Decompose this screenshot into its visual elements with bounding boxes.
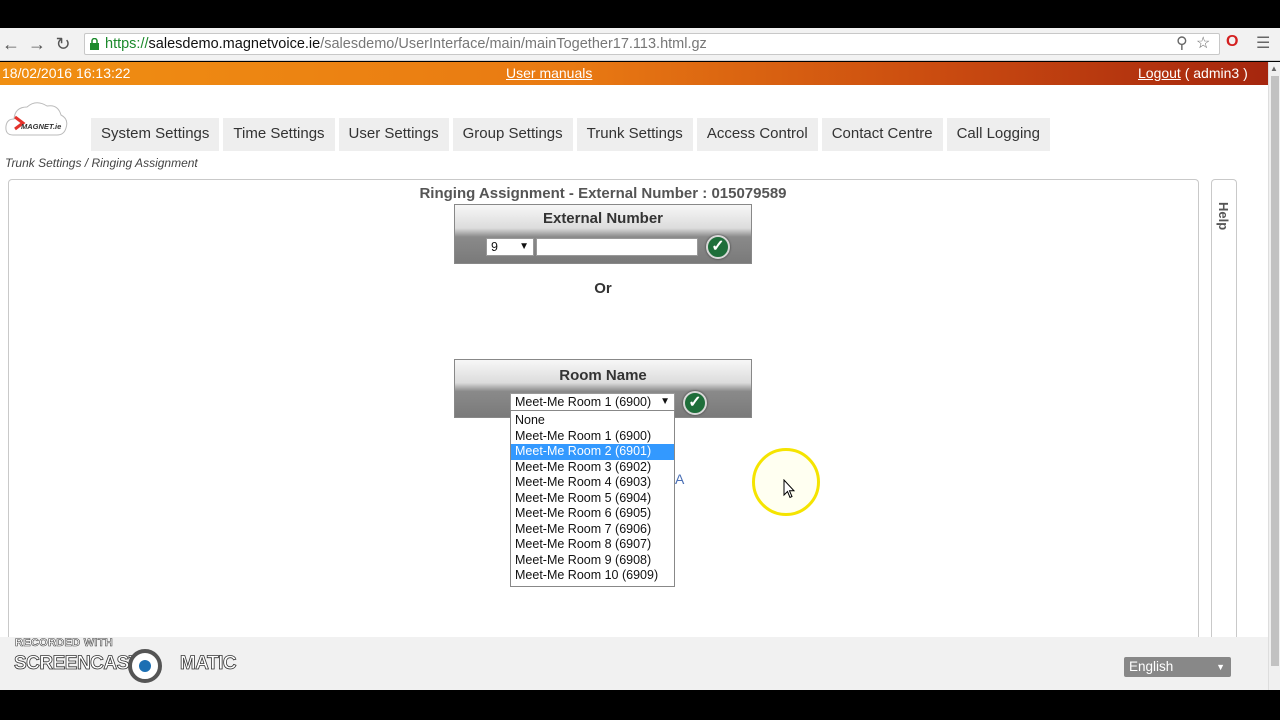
current-user: ( admin3 ) — [1180, 65, 1248, 81]
datetime-display: 18/02/2016 16:13:22 — [2, 65, 131, 81]
select-arrow-icon: ▼ — [660, 396, 670, 407]
room-option[interactable]: None — [511, 413, 674, 429]
or-label: Or — [594, 280, 612, 297]
page-scrollbar[interactable]: ▲ — [1268, 62, 1280, 690]
url-path: /salesdemo/UserInterface/main/mainTogeth… — [320, 36, 707, 52]
top-status-bar: 18/02/2016 16:13:22 User manuals Logout … — [0, 62, 1268, 85]
screen-bottom-edge — [0, 690, 1280, 720]
room-option[interactable]: Meet-Me Room 10 (6909) — [511, 568, 674, 584]
logout-area: Logout ( admin3 ) — [1138, 62, 1248, 85]
main-menu: System Settings Time Settings User Setti… — [91, 118, 1054, 151]
forward-arrow-icon[interactable]: → — [26, 33, 48, 55]
help-tab[interactable]: Help — [1211, 179, 1237, 649]
logout-link[interactable]: Logout — [1138, 65, 1181, 81]
room-option[interactable]: Meet-Me Room 5 (6904) — [511, 491, 674, 507]
room-option-highlighted[interactable]: Meet-Me Room 2 (6901) — [511, 444, 674, 460]
watermark-brand-2: MATIC — [179, 653, 238, 675]
external-number-header: External Number — [542, 210, 664, 227]
menu-group-settings[interactable]: Group Settings — [452, 118, 573, 151]
watermark-brand: SCREENCAST MATIC — [14, 653, 238, 675]
menu-time-settings[interactable]: Time Settings — [223, 118, 335, 151]
reload-icon[interactable]: ↻ — [52, 33, 74, 55]
breadcrumb: Trunk Settings / Ringing Assignment — [5, 156, 198, 170]
room-select[interactable]: Meet-Me Room 1 (6900) ▼ — [510, 393, 675, 411]
language-select[interactable]: English ▼ — [1124, 657, 1231, 677]
menu-user-settings[interactable]: User Settings — [338, 118, 449, 151]
user-manuals-link[interactable]: User manuals — [506, 62, 592, 85]
select-arrow-icon: ▼ — [1216, 662, 1225, 672]
confirm-room-check-icon[interactable]: ✓ — [683, 391, 707, 415]
menu-access-control[interactable]: Access Control — [696, 118, 818, 151]
room-option[interactable]: Meet-Me Room 4 (6903) — [511, 475, 674, 491]
room-option[interactable]: Meet-Me Room 6 (6905) — [511, 506, 674, 522]
magnet-logo: MAGNET.ie — [5, 102, 68, 136]
room-option[interactable]: Meet-Me Room 3 (6902) — [511, 460, 674, 476]
external-number-input[interactable] — [536, 238, 698, 256]
room-option[interactable]: Meet-Me Room 8 (6907) — [511, 537, 674, 553]
browser-toolbar: ← → ↻ https://salesdemo.magnetvoice.ie/s… — [0, 28, 1280, 61]
back-arrow-icon[interactable]: ← — [0, 33, 22, 55]
menu-call-logging[interactable]: Call Logging — [946, 118, 1050, 151]
ringing-assignment-title: Ringing Assignment - External Number : 0… — [419, 185, 787, 202]
address-bar[interactable]: https://salesdemo.magnetvoice.ie/salesde… — [84, 33, 1220, 55]
menu-contact-centre[interactable]: Contact Centre — [821, 118, 943, 151]
room-option[interactable]: Meet-Me Room 7 (6906) — [511, 522, 674, 538]
screencast-logo-icon — [128, 649, 162, 683]
page-content: MAGNET.ie System Settings Time Settings … — [0, 85, 1268, 649]
room-select-value: Meet-Me Room 1 (6900) — [515, 395, 652, 409]
language-value: English — [1129, 659, 1174, 674]
confirm-external-check-icon[interactable]: ✓ — [706, 235, 730, 259]
room-option[interactable]: Meet-Me Room 9 (6908) — [511, 553, 674, 569]
prefix-value: 9 — [491, 240, 498, 254]
watermark-recorded-with: RECORDED WITH — [15, 637, 114, 650]
external-number-box: External Number 9 ▼ ✓ — [454, 204, 752, 264]
room-option[interactable]: Meet-Me Room 1 (6900) — [511, 429, 674, 445]
watermark-brand-1: SCREENCAST — [14, 653, 141, 675]
footer: RECORDED WITH SCREENCAST MATIC English ▼ — [0, 637, 1268, 690]
room-name-header: Room Name — [559, 367, 647, 384]
help-label: Help — [1216, 202, 1231, 231]
url-host: salesdemo.magnetvoice.ie — [148, 36, 321, 52]
menu-icon[interactable]: ☰ — [1256, 33, 1270, 53]
scroll-thumb[interactable] — [1271, 76, 1279, 666]
url-protocol: https:// — [105, 36, 149, 52]
key-icon[interactable]: ⚲ — [1176, 33, 1188, 53]
bookmark-star-icon[interactable]: ☆ — [1196, 33, 1210, 53]
prefix-select[interactable]: 9 ▼ — [486, 238, 534, 256]
logo-text: MAGNET.ie — [21, 122, 61, 131]
room-dropdown-list: None Meet-Me Room 1 (6900) Meet-Me Room … — [510, 410, 675, 587]
opera-extension-icon[interactable]: O — [1226, 33, 1238, 51]
screencast-watermark: RECORDED WITH SCREENCAST MATIC — [14, 637, 238, 687]
select-arrow-icon: ▼ — [519, 241, 529, 252]
menu-trunk-settings[interactable]: Trunk Settings — [576, 118, 693, 151]
partially-hidden-link[interactable]: A — [675, 471, 684, 487]
mouse-cursor-icon — [783, 479, 795, 499]
menu-system-settings[interactable]: System Settings — [91, 118, 220, 151]
lock-icon — [90, 38, 99, 50]
scroll-up-icon[interactable]: ▲ — [1270, 64, 1278, 73]
